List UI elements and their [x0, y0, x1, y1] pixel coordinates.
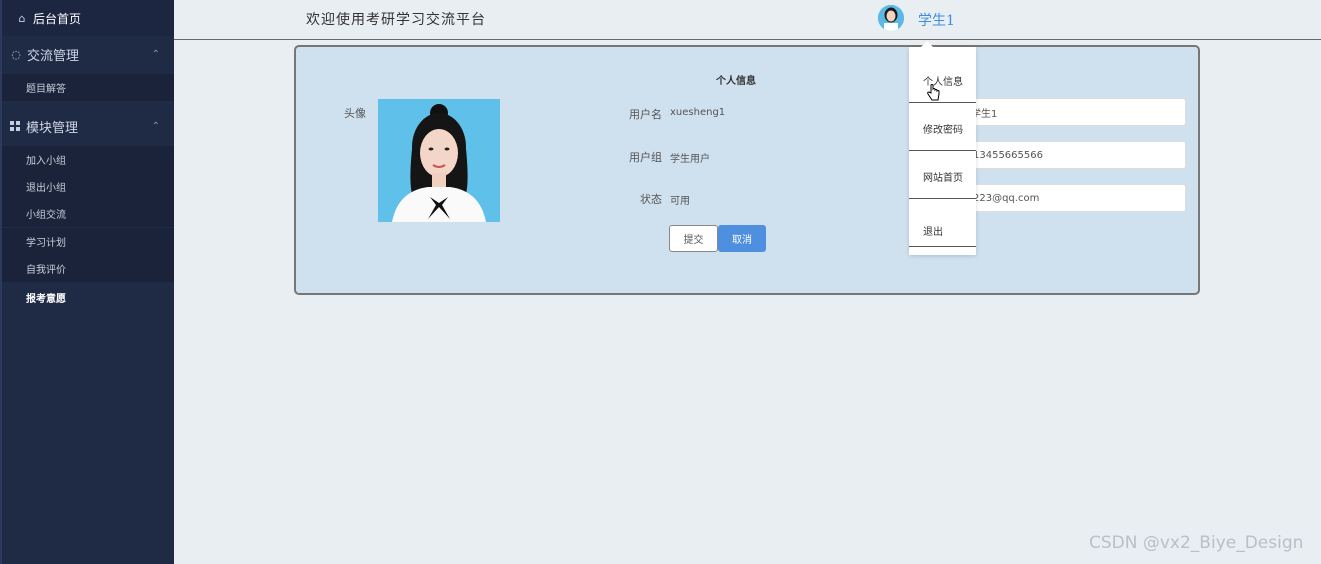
sidebar-item-self-evaluation[interactable]: 自我评价 [2, 255, 174, 282]
hand-cursor-icon [927, 84, 940, 101]
submit-button[interactable]: 提交 [669, 225, 718, 252]
menu-divider [909, 198, 976, 199]
chevron-up-icon: ⌃ [151, 48, 160, 60]
email-field-value: 223@qq.com [973, 192, 1040, 204]
phone-field-value: 13455665566 [973, 149, 1043, 161]
home-icon: ⌂ [18, 11, 26, 25]
group-label: 用户组 [629, 151, 662, 164]
user-menu-trigger[interactable]: 学生1 [918, 10, 955, 30]
avatar[interactable] [878, 5, 904, 31]
menu-item-change-password[interactable]: 修改密码 [909, 121, 976, 136]
sidebar-item-label: 学习计划 [26, 238, 66, 249]
grid-icon [10, 121, 20, 131]
profile-photo-image [378, 99, 500, 222]
phone-field[interactable]: 13455665566 [966, 141, 1186, 169]
sidebar-group-communication[interactable]: ◌ 交流管理 ⌃ [2, 36, 174, 72]
sidebar-group-modules[interactable]: 模块管理 ⌃ [2, 108, 174, 144]
sidebar-item-question-answer[interactable]: 题目解答 [2, 74, 174, 101]
status-label: 状态 [640, 193, 662, 206]
user-dropdown-menu: 个人信息 修改密码 网站首页 退出 [909, 41, 976, 255]
profile-photo[interactable] [378, 99, 500, 222]
sidebar-group-label: 交流管理 [27, 48, 80, 64]
sidebar-item-group-chat[interactable]: 小组交流 [2, 200, 174, 227]
sidebar-item-label: 加入小组 [26, 156, 66, 167]
welcome-text: 欢迎使用考研学习交流平台 [306, 12, 486, 28]
sidebar-item-label: 小组交流 [26, 210, 66, 221]
menu-divider [909, 102, 976, 103]
menu-item-logout[interactable]: 退出 [909, 223, 976, 238]
sidebar-item-label: 自我评价 [26, 265, 66, 276]
page-title: 个人信息 [716, 76, 756, 87]
sidebar-item-exam-intent[interactable]: 报考意愿 [2, 284, 174, 311]
status-value: 可用 [670, 196, 690, 207]
menu-item-site-home[interactable]: 网站首页 [909, 169, 976, 184]
sidebar-item-label: 退出小组 [26, 183, 66, 194]
sidebar-group-label: 模块管理 [26, 120, 79, 136]
chat-icon: ◌ [11, 47, 21, 61]
menu-item-profile[interactable]: 个人信息 [909, 73, 976, 88]
group-value: 学生用户 [670, 154, 710, 165]
profile-card: 个人信息 头像 用户名 xuesheng1 用户组 学生用户 状态 可用 学生1… [294, 45, 1200, 295]
sidebar-item-home[interactable]: ⌂ 后台首页 [2, 0, 174, 36]
sidebar-item-join-group[interactable]: 加入小组 [2, 146, 174, 173]
menu-divider [909, 246, 976, 247]
cancel-button[interactable]: 取消 [718, 225, 766, 252]
menu-divider [909, 150, 976, 151]
top-header: 欢迎使用考研学习交流平台 学生1 [174, 0, 1321, 40]
sidebar-item-study-plan[interactable]: 学习计划 [2, 228, 174, 255]
avatar-label: 头像 [344, 107, 366, 120]
sidebar-item-label: 题目解答 [26, 84, 66, 95]
sidebar-home-label: 后台首页 [33, 11, 82, 26]
sidebar-item-leave-group[interactable]: 退出小组 [2, 173, 174, 200]
chevron-up-icon: ⌃ [151, 120, 160, 132]
sidebar: ⌂ 后台首页 ◌ 交流管理 ⌃ 题目解答 模块管理 ⌃ 加入小组 退出小组 小组… [0, 0, 174, 564]
email-field[interactable]: 223@qq.com [966, 184, 1186, 212]
username-value: xuesheng1 [670, 107, 726, 118]
avatar-icon [878, 5, 904, 31]
name-field[interactable]: 学生1 [966, 98, 1186, 126]
sidebar-item-label: 报考意愿 [26, 294, 66, 305]
watermark: CSDN @vx2_Biye_Design [1089, 533, 1304, 553]
username-label: 用户名 [629, 108, 662, 121]
